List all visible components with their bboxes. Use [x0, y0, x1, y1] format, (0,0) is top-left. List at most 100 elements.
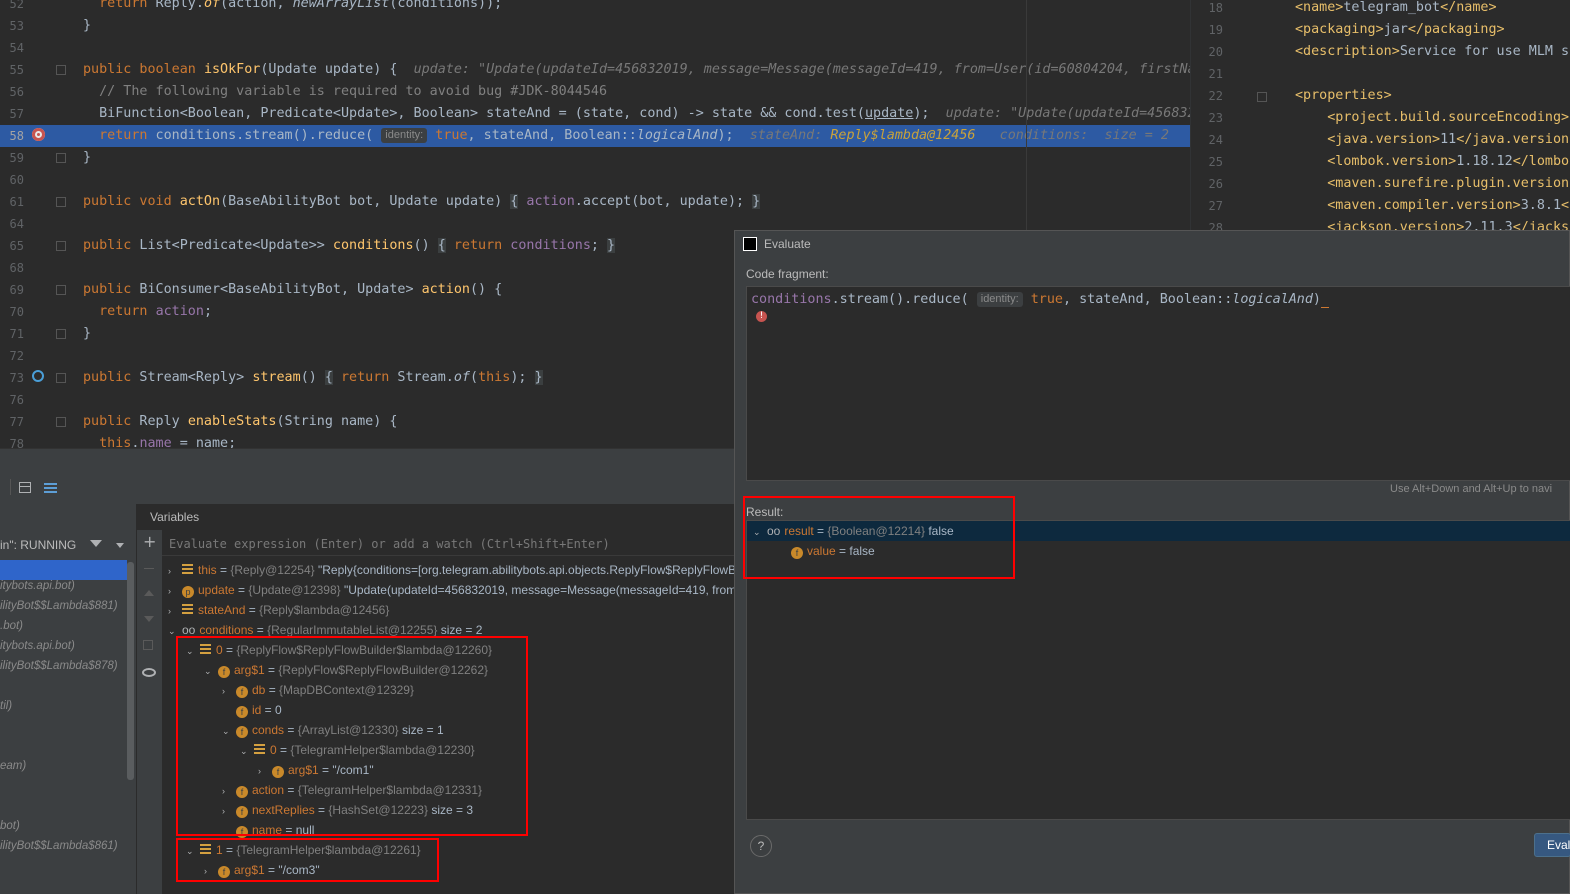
xml-line[interactable]: 19 <packaging>jar</packaging> [1191, 19, 1570, 41]
fold-marker[interactable] [56, 373, 66, 383]
move-down-button[interactable] [144, 616, 154, 622]
annotation-box-condition-0 [176, 636, 528, 836]
code-line[interactable]: 61 public void actOn(BaseAbilityBot bot, … [0, 191, 1190, 213]
stack-frame[interactable]: eam) [0, 760, 26, 772]
implementation-marker-icon[interactable] [32, 370, 44, 382]
expand-chevron-icon[interactable]: › [168, 561, 182, 581]
line-number: 57 [9, 107, 24, 121]
stack-frame[interactable]: itybots.api.bot) [0, 640, 75, 652]
xml-text: <name>telegram_bot</name> [1295, 0, 1497, 15]
code-text: } [83, 18, 92, 33]
expand-chevron-icon[interactable]: › [168, 581, 182, 601]
stack-frame[interactable]: .bot) [0, 620, 23, 632]
variable-row[interactable]: › this = {Reply@12254} "Reply{conditions=… [168, 560, 736, 580]
xml-text: <java.version>11</java.version [1327, 132, 1570, 147]
line-number: 59 [9, 151, 24, 165]
line-number: 68 [9, 261, 24, 275]
line-number: 25 [1208, 155, 1223, 169]
code-line[interactable]: 57 BiFunction<Boolean, Predicate<Update>… [0, 103, 1190, 125]
error-bulb-icon[interactable]: ! [756, 311, 767, 322]
evaluate-title: Evaluate [764, 237, 811, 251]
xml-text: <lombok.version>1.18.12</lombok [1327, 154, 1570, 169]
tree-view-icon[interactable] [44, 483, 57, 493]
watch-input[interactable]: Evaluate expression (Enter) or add a wat… [162, 532, 735, 556]
show-watches-eye-icon[interactable] [142, 668, 156, 677]
code-fragment-label: Code fragment: [746, 267, 829, 281]
code-text: public boolean isOkFor(Update update) { … [83, 62, 1190, 77]
xml-fold-marker[interactable] [1257, 92, 1267, 102]
stack-frame[interactable]: ilityBot$$Lambda$878) [0, 660, 118, 672]
stack-frame[interactable]: itybots.api.bot) [0, 580, 75, 592]
line-number: 78 [9, 437, 24, 448]
xml-text: <project.build.sourceEncoding> [1327, 110, 1570, 125]
code-text: public Reply enableStats(String name) { [83, 414, 398, 429]
annotation-box-result [743, 496, 1015, 579]
code-fragment-editor[interactable]: conditions.stream().reduce( identity: tr… [746, 286, 1570, 481]
xml-line[interactable]: 24 <java.version>11</java.version [1191, 129, 1570, 151]
filter-icon[interactable] [90, 540, 102, 547]
duplicate-watch-button[interactable] [143, 640, 153, 650]
line-number: 72 [9, 349, 24, 363]
line-number: 77 [9, 415, 24, 429]
code-line[interactable]: 53} [0, 15, 1190, 37]
thread-dropdown-chevron-icon[interactable] [116, 543, 124, 548]
breakpoint-icon[interactable] [32, 128, 45, 141]
expand-chevron-icon[interactable]: › [168, 601, 182, 621]
line-number: 52 [9, 0, 24, 11]
fold-marker[interactable] [56, 153, 66, 163]
code-line[interactable]: 58 return conditions.stream().reduce( id… [0, 125, 1190, 147]
remove-watch-button[interactable] [144, 568, 154, 569]
xml-line[interactable]: 26 <maven.surefire.plugin.version [1191, 173, 1570, 195]
fold-marker[interactable] [56, 329, 66, 339]
fold-marker[interactable] [56, 65, 66, 75]
line-number: 22 [1208, 89, 1223, 103]
fold-marker[interactable] [56, 241, 66, 251]
stack-frame[interactable]: bot) [0, 820, 20, 832]
xml-line[interactable]: 28 <jackson.version>2.11.3</jacks [1191, 217, 1570, 230]
xml-line[interactable]: 22 <properties> [1191, 85, 1570, 107]
xml-line[interactable]: 20 <description>Service for use MLM st [1191, 41, 1570, 63]
variable-row[interactable]: › p update = {Update@12398} "Update(update… [168, 580, 743, 600]
line-number: 21 [1208, 67, 1223, 81]
code-line[interactable]: 54 [0, 37, 1190, 59]
line-number: 70 [9, 305, 24, 319]
line-number: 20 [1208, 45, 1223, 59]
line-number: 54 [9, 41, 24, 55]
code-line[interactable]: 52 return Reply.of(action, newArrayList(… [0, 0, 1190, 15]
xml-line[interactable]: 27 <maven.compiler.version>3.8.1< [1191, 195, 1570, 217]
debug-toolbar [0, 448, 735, 504]
stack-frame[interactable]: til) [0, 700, 12, 712]
line-number: 76 [9, 393, 24, 407]
code-line[interactable]: 56 // The following variable is required… [0, 81, 1190, 103]
table-view-icon[interactable] [19, 482, 31, 493]
variable-row[interactable]: › stateAnd = {Reply$lambda@12456} [168, 600, 389, 620]
line-number: 27 [1208, 199, 1223, 213]
stack-frame[interactable]: ilityBot$$Lambda$861) [0, 840, 118, 852]
add-watch-button[interactable]: + [143, 534, 156, 550]
fold-marker[interactable] [56, 285, 66, 295]
line-number: 24 [1208, 133, 1223, 147]
thread-selector[interactable]: in": RUNNING [0, 534, 137, 556]
pom-xml-editor[interactable]: 18 <name>telegram_bot</name> 19 <packaging>… [1190, 0, 1570, 230]
move-up-button[interactable] [144, 590, 154, 596]
xml-line[interactable]: 23 <project.build.sourceEncoding> [1191, 107, 1570, 129]
help-button[interactable]: ? [750, 835, 772, 857]
code-text: return action; [99, 304, 212, 319]
xml-line[interactable]: 21 [1191, 63, 1570, 85]
fold-marker[interactable] [56, 417, 66, 427]
xml-line[interactable]: 25 <lombok.version>1.18.12</lombok [1191, 151, 1570, 173]
code-line[interactable]: 59} [0, 147, 1190, 169]
stack-frame[interactable]: ilityBot$$Lambda$881) [0, 600, 118, 612]
code-line[interactable]: 60 [0, 169, 1190, 191]
line-number: 64 [9, 217, 24, 231]
line-number: 71 [9, 327, 24, 341]
line-number: 18 [1208, 1, 1223, 15]
frames-scrollbar[interactable] [127, 562, 134, 780]
code-text: } [83, 326, 92, 341]
xml-text: <maven.compiler.version>3.8.1< [1327, 198, 1570, 213]
code-line[interactable]: 55 public boolean isOkFor(Update update) … [0, 59, 1190, 81]
frame-selected[interactable] [0, 560, 127, 580]
fold-marker[interactable] [56, 197, 66, 207]
xml-line[interactable]: 18 <name>telegram_bot</name> [1191, 0, 1570, 19]
evaluate-button[interactable]: Eval [1534, 833, 1570, 857]
